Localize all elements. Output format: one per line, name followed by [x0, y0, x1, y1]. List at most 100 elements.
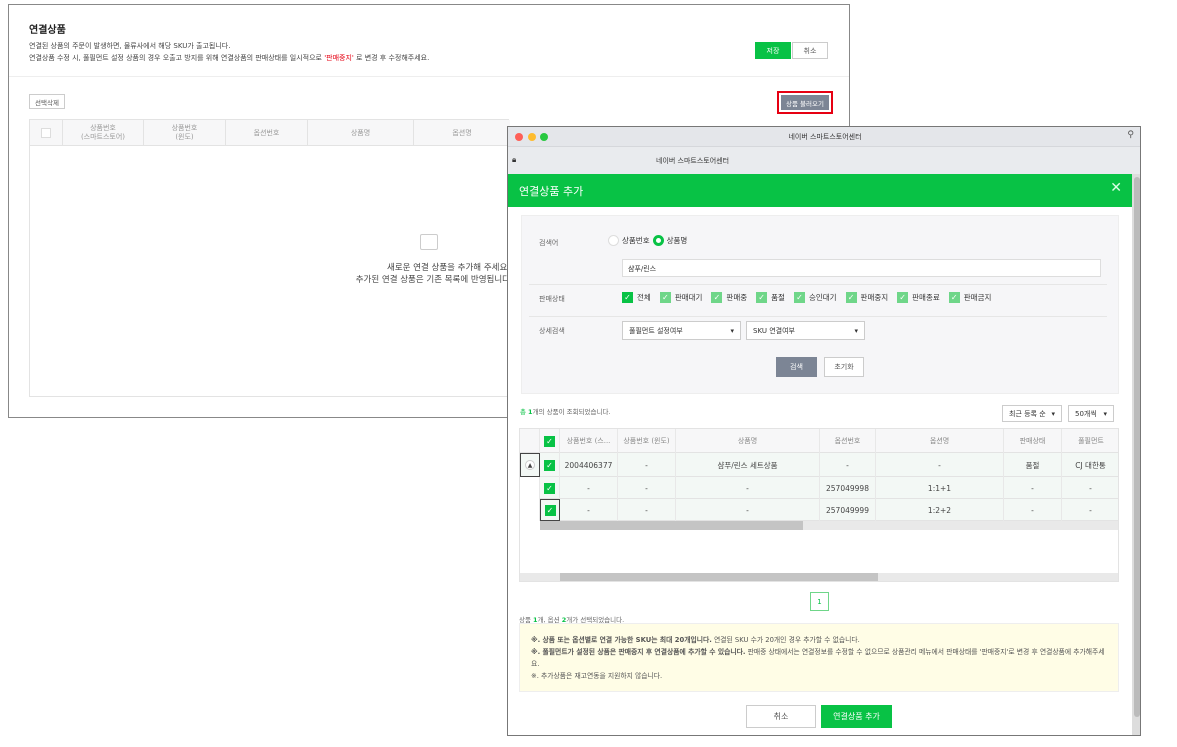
- status-checkbox[interactable]: ✓ 품절: [756, 292, 785, 303]
- sort-select[interactable]: 최근 등록 순 ▾: [1002, 405, 1062, 422]
- notice-line: ※. 풀필먼트가 설정된 상품은 판매중지 후 연결상품에 추가할 수 있습니다…: [531, 646, 1107, 670]
- cancel-button[interactable]: 취소: [746, 705, 816, 728]
- checkbox-label: 판매중지: [860, 293, 889, 302]
- page-size-select[interactable]: 50개씩 ▾: [1068, 405, 1114, 422]
- radio-product-number[interactable]: [608, 235, 619, 246]
- table-cell: -: [1004, 499, 1062, 521]
- box-icon: [420, 234, 438, 250]
- empty-state: 새로운 연결 상품을 추가해 주세요. 추가된 연결 상품은 기존 목록에 반영됩…: [350, 262, 510, 286]
- table-cell: -: [560, 477, 618, 499]
- table-cell: -: [1004, 477, 1062, 499]
- scrollbar-thumb[interactable]: [560, 573, 878, 581]
- column-header: 상품번호 (윈도): [144, 120, 226, 146]
- delete-selected-button[interactable]: 선택삭제: [29, 94, 65, 109]
- radio-product-name[interactable]: [652, 235, 664, 246]
- check-icon: ✓: [659, 292, 671, 303]
- close-icon[interactable]: ✕: [1110, 180, 1122, 196]
- page-title: 연결상품: [29, 25, 66, 36]
- status-checkbox-all[interactable]: ✓ 전체: [622, 292, 651, 303]
- table-cell: 1:1+1: [876, 477, 1004, 499]
- modal-header: 연결상품 추가 ✕: [508, 174, 1132, 207]
- cancel-button[interactable]: 취소: [792, 42, 828, 59]
- chevron-down-icon: ▾: [854, 326, 858, 335]
- table-cell: 품절: [1004, 453, 1062, 477]
- chevron-down-icon: ▾: [1051, 409, 1055, 418]
- table-cell: 257049999: [820, 499, 876, 521]
- status-checkbox[interactable]: ✓ 판매금지: [948, 292, 992, 303]
- load-products-button[interactable]: 상품 불러오기: [781, 95, 829, 110]
- result-prefix: 총: [520, 408, 529, 416]
- notice-line: ※. 상품 또는 옵션별로 연결 가능한 SKU는 최대 20개입니다. 연결된…: [531, 634, 1107, 646]
- row-checkbox-cell: ✓: [540, 477, 560, 499]
- status-checkbox[interactable]: ✓ 판매종료: [897, 292, 940, 303]
- table-cell: 샴푸/린스 세트상품: [676, 453, 820, 477]
- row-checkbox-cell: ✓: [540, 453, 560, 477]
- row-checkbox[interactable]: ✓: [544, 459, 555, 471]
- window-title: 네이버 스마트스토어센터: [788, 133, 862, 141]
- keyword-label: 검색어: [539, 239, 559, 247]
- divider: [529, 316, 1107, 317]
- status-checkbox[interactable]: ✓ 판매대기: [659, 292, 703, 303]
- reset-button[interactable]: 초기화: [824, 357, 864, 377]
- horizontal-scrollbar[interactable]: [540, 521, 1118, 530]
- desc-text: 연결상품 수정 시, 풀필먼트 설정 상품의 경우 오출고 방지를 위해 연결상…: [29, 54, 325, 62]
- checkbox-label: 판매종료: [912, 293, 940, 302]
- status-checkbox[interactable]: ✓ 판매중: [711, 292, 747, 303]
- column-header: 상품번호 (윈도): [618, 429, 676, 453]
- row-checkbox[interactable]: ✓: [544, 482, 555, 494]
- fulfillment-select[interactable]: 풀필먼트 설정여부 ▾: [622, 321, 741, 340]
- status-checkbox[interactable]: ✓ 판매중지: [845, 292, 889, 303]
- scrollbar[interactable]: [1132, 174, 1140, 735]
- status-checkbox[interactable]: ✓ 승인대기: [793, 292, 837, 303]
- pin-icon[interactable]: ⚲: [1127, 130, 1134, 140]
- select-value: 풀필먼트 설정여부: [629, 326, 683, 335]
- table-row[interactable]: ▲ ✓ 2004406377- 샴푸/린스 세트상품 - - 품절 CJ 대한통: [520, 453, 1118, 477]
- check-icon: ✓: [622, 292, 633, 303]
- table-row[interactable]: ✓ - - -257049999 1:2+2- -: [520, 499, 1118, 521]
- table-cell: -: [560, 499, 618, 521]
- table-cell: 2004406377: [560, 453, 618, 477]
- checkbox-label: 승인대기: [808, 293, 837, 302]
- checkbox-label: 판매금지: [963, 293, 992, 302]
- scrollbar-thumb[interactable]: [1134, 177, 1140, 717]
- keyword-type-radio-group: 상품번호 상품명: [608, 235, 687, 246]
- check-icon: ✓: [711, 292, 723, 303]
- page-1-button[interactable]: 1: [810, 592, 829, 611]
- notice-bold: ※. 상품 또는 옵션별로 연결 가능한 SKU는 최대 20개입니다.: [531, 636, 712, 644]
- row-checkbox-cell: ✓: [540, 499, 560, 521]
- select-all-checkbox[interactable]: ✓: [544, 435, 555, 447]
- keyword-input[interactable]: 샴푸/린스: [622, 259, 1101, 277]
- scrollbar-thumb[interactable]: [540, 521, 803, 530]
- column-header: 상품명: [676, 429, 820, 453]
- select-all-checkbox[interactable]: [41, 128, 51, 138]
- column-header: 상품번호 (스마트스토어): [63, 120, 144, 146]
- search-panel: 검색어 상품번호 상품명 샴푸/린스 판매상태 ✓ 전체 ✓ 판매대기 ✓ 판매중 ✓…: [521, 215, 1119, 394]
- row-checkbox[interactable]: ✓: [544, 504, 556, 516]
- browser-window: 네이버 스마트스토어센터 ⚲ 🔒︎ 네이버 스마트스토어센터 연결상품 추가 ✕…: [507, 126, 1141, 736]
- description-2: 연결상품 수정 시, 풀필먼트 설정 상품의 경우 오출고 방지를 위해 연결상…: [29, 53, 429, 63]
- collapse-button[interactable]: ▲: [520, 453, 540, 477]
- column-header: 상품명: [308, 120, 414, 146]
- column-header: 옵션명: [452, 128, 472, 137]
- horizontal-scrollbar[interactable]: [520, 573, 1118, 581]
- sku-link-select[interactable]: SKU 연결여부 ▾: [746, 321, 865, 340]
- table-row[interactable]: ✓ - - -257049998 1:1+1- -: [520, 477, 1118, 499]
- header-expand-cell: [520, 429, 540, 453]
- table-cell: -: [676, 477, 820, 499]
- save-button[interactable]: 저장: [755, 42, 791, 59]
- header-checkbox-cell: [30, 120, 63, 146]
- chevron-down-icon: ▾: [730, 326, 734, 335]
- table-cell: 257049998: [820, 477, 876, 499]
- select-value: SKU 연결여부: [753, 326, 795, 335]
- table-cell: -: [618, 477, 676, 499]
- column-header: 옵션번호: [820, 429, 876, 453]
- checkbox-label: 판매대기: [674, 293, 703, 302]
- table-cell: -: [876, 453, 1004, 477]
- chevron-down-icon: ▾: [1103, 409, 1107, 418]
- table-cell: -: [1062, 477, 1118, 499]
- detail-search-label: 상세검색: [539, 327, 565, 335]
- status-checkboxes: ✓ 전체 ✓ 판매대기 ✓ 판매중 ✓ 품절 ✓ 승인대기 ✓ 판매중지 ✓ 판매종료 ✓ 판매…: [622, 292, 1000, 303]
- add-linked-product-button[interactable]: 연결상품 추가: [821, 705, 892, 728]
- search-button[interactable]: 검색: [776, 357, 817, 377]
- table-cell: CJ 대한통: [1062, 453, 1118, 477]
